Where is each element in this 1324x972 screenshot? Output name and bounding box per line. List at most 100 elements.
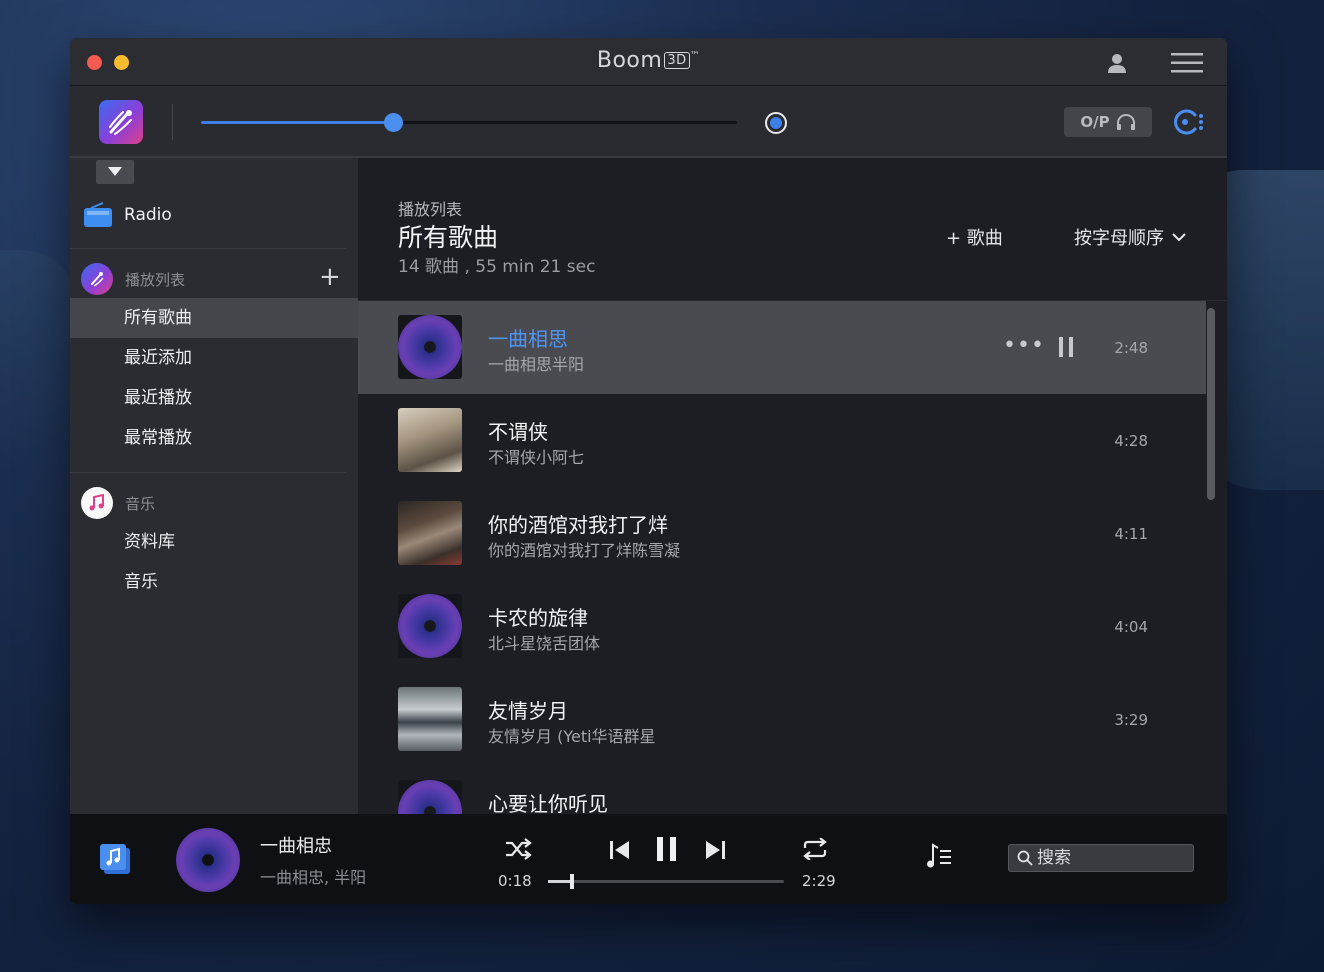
- music-note-icon: [81, 487, 113, 519]
- song-duration: 3:29: [1114, 711, 1148, 729]
- app-title-trademark: ™: [689, 50, 701, 62]
- itunes-source-icon[interactable]: [100, 844, 132, 876]
- seek-bar[interactable]: [548, 874, 784, 889]
- add-song-button[interactable]: + 歌曲: [946, 224, 1003, 250]
- search-icon: [1017, 850, 1033, 866]
- volume-slider-knob[interactable]: [383, 113, 403, 132]
- song-list-scrollbar[interactable]: [1207, 308, 1215, 500]
- sidebar-item-most-played[interactable]: 最常播放: [70, 418, 358, 458]
- app-title-text: Boom: [596, 48, 663, 73]
- sidebar-item-all-songs[interactable]: 所有歌曲: [70, 298, 358, 338]
- sidebar-section-music: 音乐: [70, 486, 358, 520]
- output-device-label: O/P: [1080, 113, 1110, 131]
- song-title: 一曲相思: [488, 327, 568, 351]
- song-row[interactable]: 卡农的旋律北斗星饶舌团体 4:04: [358, 580, 1206, 673]
- sort-label: 按字母顺序: [1074, 228, 1164, 249]
- player-bar: 一曲相忠 一曲相忠, 半阳 0:18 2:29 搜索: [70, 814, 1227, 904]
- radio-icon: [84, 202, 112, 227]
- song-title: 你的酒馆对我打了烊: [488, 513, 668, 537]
- app-title-3d-badge: 3D: [664, 52, 690, 69]
- pause-icon[interactable]: [655, 836, 679, 862]
- more-options-icon[interactable]: •••: [1003, 333, 1045, 358]
- next-track-icon[interactable]: [704, 840, 726, 860]
- shuffle-icon[interactable]: [504, 838, 532, 860]
- disc-artwork-icon: [398, 315, 462, 379]
- search-field[interactable]: [1008, 844, 1194, 872]
- volume-slider[interactable]: [201, 113, 737, 132]
- desktop-background-island-left: [0, 250, 80, 450]
- title-bar: Boom 3D ™: [70, 38, 1227, 86]
- add-playlist-button[interactable]: +: [319, 264, 341, 290]
- boost-target-icon[interactable]: [764, 111, 788, 135]
- volume-slider-fill: [201, 121, 394, 124]
- effects-settings-icon[interactable]: [1171, 107, 1205, 137]
- app-title: Boom 3D ™: [70, 48, 1227, 73]
- sidebar-item-recently-added[interactable]: 最近添加: [70, 338, 358, 378]
- search-input[interactable]: [1037, 848, 1187, 868]
- song-artist: 不谓侠小阿七: [488, 448, 585, 467]
- song-title: 心要让你听见: [488, 792, 608, 814]
- song-duration: 4:28: [1114, 432, 1148, 450]
- chevron-down-icon: [1172, 232, 1186, 241]
- song-title: 卡农的旋律: [488, 606, 588, 630]
- seek-bar-fill: [548, 880, 572, 883]
- sidebar-playlists-label: 播放列表: [125, 270, 186, 289]
- sidebar-music-label: 音乐: [125, 494, 156, 513]
- sidebar-item-music[interactable]: 音乐: [70, 562, 358, 602]
- song-row[interactable]: 一曲相思一曲相思半阳 2:48 •••: [358, 301, 1206, 394]
- playlist-queue-icon[interactable]: [926, 842, 952, 870]
- elapsed-time: 0:18: [498, 872, 532, 890]
- song-duration: 2:48: [1114, 339, 1148, 357]
- app-window: Boom 3D ™ O/P Radio 播放列表 + 所有歌曲 最近添加 最近播…: [70, 38, 1227, 904]
- playlist-caption: 播放列表: [398, 200, 463, 219]
- output-device-button[interactable]: O/P: [1064, 107, 1152, 137]
- song-row[interactable]: 你的酒馆对我打了烊你的酒馆对我打了烊陈雪凝 4:11: [358, 487, 1206, 580]
- sidebar-item-recently-played[interactable]: 最近播放: [70, 378, 358, 418]
- song-duration: 4:04: [1114, 618, 1148, 636]
- row-pause-icon[interactable]: [1058, 337, 1074, 357]
- toolbar: O/P: [70, 86, 1227, 158]
- now-playing-artwork: [176, 828, 240, 892]
- disc-artwork-icon: [398, 594, 462, 658]
- sidebar-section-playlists: 播放列表 +: [70, 262, 358, 296]
- song-row[interactable]: 友情岁月友情岁月 (Yeti华语群星 3:29: [358, 673, 1206, 766]
- triangle-down-icon: [108, 167, 122, 176]
- total-time: 2:29: [802, 872, 836, 890]
- sidebar-item-radio[interactable]: Radio: [70, 198, 358, 232]
- album-cover: [398, 501, 462, 565]
- sort-dropdown[interactable]: 按字母顺序: [1074, 224, 1186, 250]
- song-row[interactable]: 不谓侠 不谓侠小阿七 4:28: [358, 394, 1206, 487]
- boom-logo-icon[interactable]: [99, 100, 143, 144]
- sidebar-item-library[interactable]: 资料库: [70, 522, 358, 562]
- toolbar-divider: [172, 104, 173, 140]
- now-playing-artist: 一曲相忠, 半阳: [260, 868, 367, 887]
- seek-bar-knob[interactable]: [569, 874, 574, 889]
- song-duration: 4:11: [1114, 525, 1148, 543]
- sidebar-collapse-button[interactable]: [96, 160, 134, 184]
- song-artist: 友情岁月 (Yeti华语群星: [488, 727, 656, 746]
- playlist-view: 播放列表 所有歌曲 14 歌曲 , 55 min 21 sec + 歌曲 按字母…: [358, 158, 1227, 814]
- sidebar-radio-label: Radio: [124, 205, 172, 225]
- user-account-icon[interactable]: [1106, 52, 1128, 74]
- album-cover: [398, 687, 462, 751]
- playlist-meta: 14 歌曲 , 55 min 21 sec: [398, 257, 596, 277]
- album-cover: [398, 315, 462, 379]
- sidebar-divider: [70, 248, 346, 249]
- song-artist: 北斗星饶舌团体: [488, 634, 601, 653]
- playlist-section-icon: [81, 263, 113, 295]
- album-cover: [398, 594, 462, 658]
- page-title: 所有歌曲: [398, 223, 499, 252]
- song-title: 友情岁月: [488, 699, 568, 723]
- album-cover: [398, 408, 462, 472]
- sidebar-divider: [70, 472, 346, 473]
- disc-artwork-icon: [398, 780, 462, 814]
- song-artist: 一曲相思半阳: [488, 355, 585, 374]
- previous-track-icon[interactable]: [609, 840, 631, 860]
- album-cover: [398, 780, 462, 814]
- now-playing-title: 一曲相忠: [260, 836, 332, 857]
- headphones-icon: [1116, 114, 1135, 130]
- hamburger-menu-icon[interactable]: [1171, 53, 1203, 73]
- repeat-icon[interactable]: [801, 838, 829, 860]
- song-artist: 你的酒馆对我打了烊陈雪凝: [488, 541, 681, 560]
- song-row[interactable]: 心要让你听见: [358, 766, 1206, 814]
